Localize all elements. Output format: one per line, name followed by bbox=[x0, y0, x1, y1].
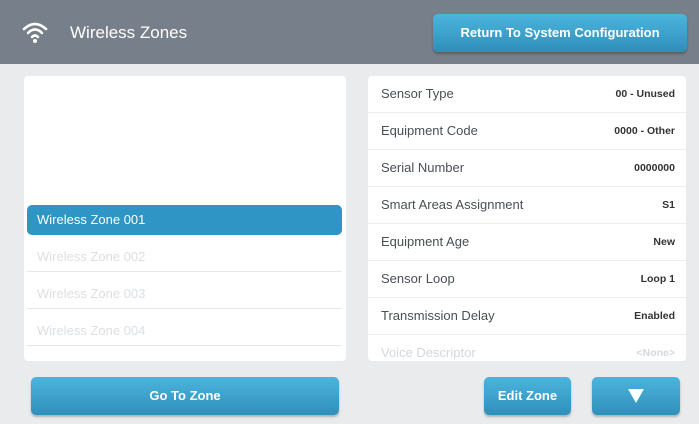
detail-value: S1 bbox=[662, 199, 675, 211]
detail-label: Sensor Type bbox=[381, 86, 454, 101]
detail-label: Smart Areas Assignment bbox=[381, 197, 524, 212]
detail-label: Voice Descriptor bbox=[381, 345, 476, 360]
go-to-zone-button[interactable]: Go To Zone bbox=[31, 377, 339, 415]
detail-label: Transmission Delay bbox=[381, 308, 495, 323]
down-arrow-icon bbox=[628, 389, 644, 403]
scroll-down-button[interactable] bbox=[592, 377, 680, 415]
detail-row-equipment-age: Equipment Age New bbox=[368, 224, 686, 261]
zone-list-item[interactable]: Wireless Zone 003 bbox=[27, 279, 342, 309]
zone-list-item[interactable]: Wireless Zone 002 bbox=[27, 242, 342, 272]
edit-zone-button[interactable]: Edit Zone bbox=[484, 377, 571, 415]
detail-label: Equipment Code bbox=[381, 123, 478, 138]
detail-row-transmission-delay: Transmission Delay Enabled bbox=[368, 298, 686, 335]
detail-row-sensor-type: Sensor Type 00 - Unused bbox=[368, 76, 686, 113]
zone-details-panel: Sensor Type 00 - Unused Equipment Code 0… bbox=[368, 76, 686, 361]
detail-value: 00 - Unused bbox=[615, 88, 675, 100]
detail-row-smart-areas-assignment: Smart Areas Assignment S1 bbox=[368, 187, 686, 224]
detail-label: Equipment Age bbox=[381, 234, 470, 249]
header-bar: Wireless Zones Return To System Configur… bbox=[0, 0, 699, 64]
detail-value: Enabled bbox=[634, 310, 675, 322]
page-title: Wireless Zones bbox=[70, 23, 188, 42]
detail-value: <None> bbox=[636, 347, 675, 359]
zone-list: Wireless Zone 001 Wireless Zone 002 Wire… bbox=[24, 76, 346, 361]
detail-label: Serial Number bbox=[381, 160, 465, 175]
wifi-icon bbox=[22, 22, 48, 43]
detail-value: 0000 - Other bbox=[614, 125, 675, 137]
detail-value: 0000000 bbox=[634, 162, 675, 174]
detail-row-sensor-loop: Sensor Loop Loop 1 bbox=[368, 261, 686, 298]
detail-row-voice-descriptor: Voice Descriptor <None> bbox=[368, 335, 686, 361]
zone-list-item[interactable]: Wireless Zone 004 bbox=[27, 316, 342, 346]
detail-value: Loop 1 bbox=[640, 273, 675, 285]
detail-row-serial-number: Serial Number 0000000 bbox=[368, 150, 686, 187]
zone-list-item-selected[interactable]: Wireless Zone 001 bbox=[27, 205, 342, 235]
detail-row-equipment-code: Equipment Code 0000 - Other bbox=[368, 113, 686, 150]
detail-value: New bbox=[653, 236, 675, 248]
return-to-system-configuration-button[interactable]: Return To System Configuration bbox=[433, 14, 687, 52]
detail-label: Sensor Loop bbox=[381, 271, 455, 286]
